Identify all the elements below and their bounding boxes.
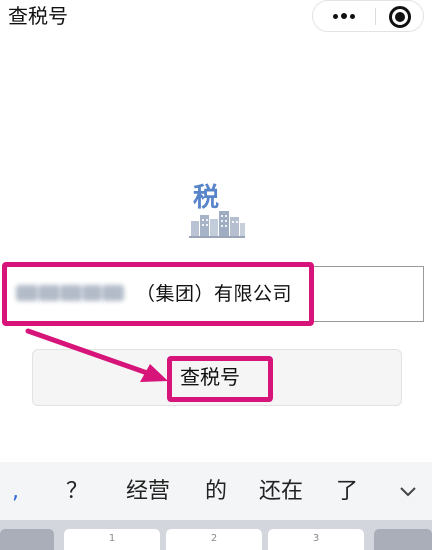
query-button-label: 查税号 — [180, 365, 240, 389]
keyboard-key-3[interactable]: 3 — [268, 529, 364, 550]
more-button[interactable] — [313, 1, 375, 31]
chevron-down-icon[interactable] — [398, 482, 418, 502]
keyboard-key-2[interactable]: 2 — [166, 529, 262, 550]
page-title: 查税号 — [8, 4, 68, 28]
candidate-bar: , ？ 经营 的 还在 了 — [0, 462, 432, 520]
close-button[interactable] — [376, 1, 424, 31]
keyboard-key[interactable] — [374, 529, 432, 550]
candidate-item[interactable]: 还在 — [259, 478, 303, 506]
keyboard-key-1[interactable]: 1 — [64, 529, 160, 550]
candidate-item[interactable]: 了 — [336, 478, 358, 506]
capsule-menu — [312, 0, 424, 32]
candidate-item[interactable]: 的 — [205, 478, 227, 506]
candidate-item[interactable]: 经营 — [126, 478, 170, 506]
soft-keyboard: , ？ 经营 的 还在 了 1 2 3 — [0, 462, 432, 550]
candidate-item[interactable]: ？ — [66, 478, 88, 506]
keyboard-key[interactable] — [0, 529, 54, 550]
logo-character: 税 — [193, 183, 220, 213]
mini-program-page: 查税号 税 （集团）有限公司 查税号 , ？ 经营 的 还在 了 1 2 3 — [0, 0, 432, 550]
nav-bar: 查税号 — [0, 0, 432, 34]
redacted-company-name — [16, 279, 126, 307]
candidate-item[interactable]: , — [12, 478, 19, 506]
company-name-visible-text: （集团）有限公司 — [136, 283, 293, 305]
tax-logo-icon: 税 — [187, 183, 247, 241]
